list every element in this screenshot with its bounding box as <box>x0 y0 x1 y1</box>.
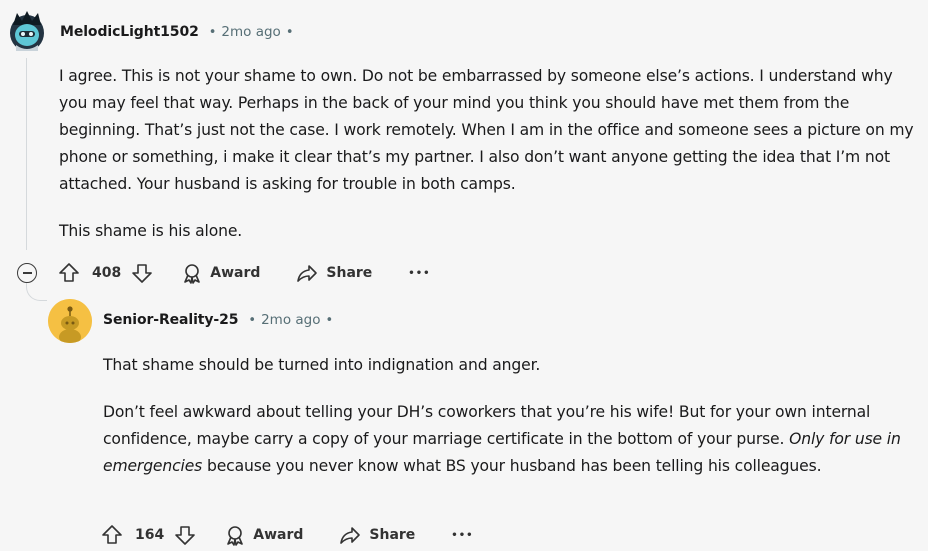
comment-body: I agree. This is not your shame to own. … <box>59 63 919 245</box>
award-label: Award <box>210 265 261 281</box>
separator-dot: • <box>248 312 257 328</box>
thread-line <box>26 58 27 250</box>
share-label: Share <box>369 527 416 543</box>
comment-actions: 164 Award Share ••• <box>101 520 473 550</box>
author-name[interactable]: Senior-Reality-25 <box>103 312 239 328</box>
downvote-icon[interactable] <box>174 524 196 546</box>
comment-meta: Senior-Reality-25 • 2mo ago • <box>103 312 338 328</box>
vote-count: 164 <box>135 527 165 543</box>
share-label: Share <box>326 265 373 281</box>
separator-dot: • <box>285 24 294 40</box>
share-button[interactable]: Share <box>296 262 372 284</box>
paragraph-text: Don’t feel awkward about telling your DH… <box>103 403 871 448</box>
share-button[interactable]: Share <box>339 524 415 546</box>
more-options-button[interactable]: ••• <box>408 268 430 279</box>
award-icon <box>181 262 203 284</box>
paragraph-text: because you never know what BS your husb… <box>202 457 822 475</box>
separator-dot: • <box>208 24 217 40</box>
timestamp[interactable]: 2mo ago <box>221 24 280 40</box>
thread-connector <box>26 282 47 301</box>
comment-paragraph: I agree. This is not your shame to own. … <box>59 67 914 193</box>
comment-actions: 408 Award Share ••• <box>58 258 430 288</box>
comment-paragraph: This shame is his alone. <box>59 222 243 240</box>
separator-dot: • <box>325 312 334 328</box>
more-options-button[interactable]: ••• <box>451 530 473 541</box>
comment-paragraph: Don’t feel awkward about telling your DH… <box>103 399 913 480</box>
author-name[interactable]: MelodicLight1502 <box>60 24 199 40</box>
award-label: Award <box>253 527 304 543</box>
timestamp[interactable]: 2mo ago <box>261 312 320 328</box>
avatar[interactable] <box>48 299 92 343</box>
award-icon <box>224 524 246 546</box>
share-icon <box>339 524 361 546</box>
comment-body: That shame should be turned into indigna… <box>103 352 913 480</box>
avatar[interactable] <box>8 11 46 53</box>
share-icon <box>296 262 318 284</box>
comment-meta: MelodicLight1502 • 2mo ago • <box>60 24 298 40</box>
downvote-icon[interactable] <box>131 262 153 284</box>
vote-count: 408 <box>92 265 122 281</box>
upvote-icon[interactable] <box>58 262 80 284</box>
collapse-thread-button[interactable] <box>17 263 37 283</box>
comment-paragraph: That shame should be turned into indigna… <box>103 356 541 374</box>
award-button[interactable]: Award <box>181 262 260 284</box>
upvote-icon[interactable] <box>101 524 123 546</box>
award-button[interactable]: Award <box>224 524 303 546</box>
